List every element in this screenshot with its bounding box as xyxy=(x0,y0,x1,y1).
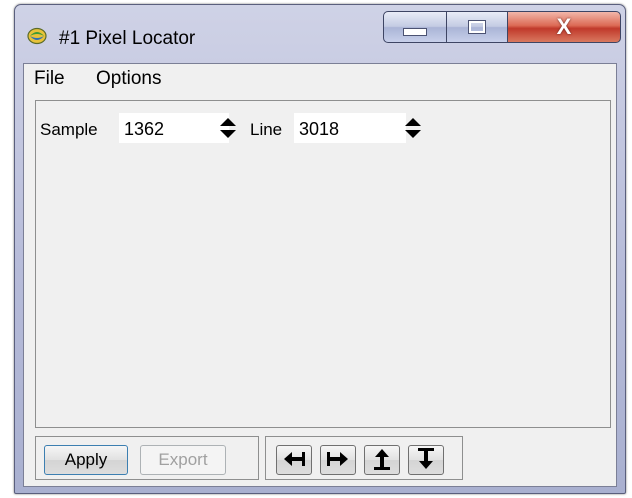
app-icon[interactable] xyxy=(27,27,47,45)
title-bar[interactable]: #1 Pixel Locator X xyxy=(15,5,625,63)
move-left-button[interactable] xyxy=(276,445,312,475)
minimize-icon xyxy=(403,28,427,36)
close-icon: X xyxy=(556,14,572,39)
menu-bar: File Options xyxy=(24,64,616,94)
client-area: File Options Sample 1362 Line 3018 Apply… xyxy=(23,63,617,487)
pixel-locator-window: #1 Pixel Locator X File Options Sample 1… xyxy=(14,4,626,494)
arrow-left-icon xyxy=(282,449,306,472)
line-input[interactable]: 3018 xyxy=(294,113,406,143)
move-right-button[interactable] xyxy=(320,445,356,475)
minimize-button[interactable] xyxy=(383,11,447,43)
sample-input[interactable]: 1362 xyxy=(119,113,229,143)
sample-spinner-icon[interactable] xyxy=(219,115,237,141)
close-button[interactable]: X xyxy=(507,11,621,43)
window-title: #1 Pixel Locator xyxy=(59,28,196,49)
sample-label: Sample xyxy=(40,120,98,139)
navigation-group xyxy=(265,436,463,480)
line-spinner-icon[interactable] xyxy=(404,115,422,141)
move-up-button[interactable] xyxy=(364,445,400,475)
bottom-toolbar: Apply Export xyxy=(35,436,611,480)
move-down-button[interactable] xyxy=(408,445,444,475)
coordinate-panel: Sample 1362 Line 3018 xyxy=(35,100,611,428)
export-button[interactable]: Export xyxy=(140,445,226,475)
arrow-up-icon xyxy=(371,447,393,474)
line-label: Line xyxy=(250,120,283,139)
menu-file[interactable]: File xyxy=(30,68,69,90)
action-group: Apply Export xyxy=(35,436,259,480)
maximize-button[interactable] xyxy=(446,11,508,43)
arrow-right-icon xyxy=(326,449,350,472)
maximize-icon xyxy=(468,20,486,34)
window-controls: X xyxy=(383,11,623,45)
menu-options[interactable]: Options xyxy=(92,68,165,90)
arrow-down-icon xyxy=(415,447,437,474)
apply-button[interactable]: Apply xyxy=(44,445,128,475)
